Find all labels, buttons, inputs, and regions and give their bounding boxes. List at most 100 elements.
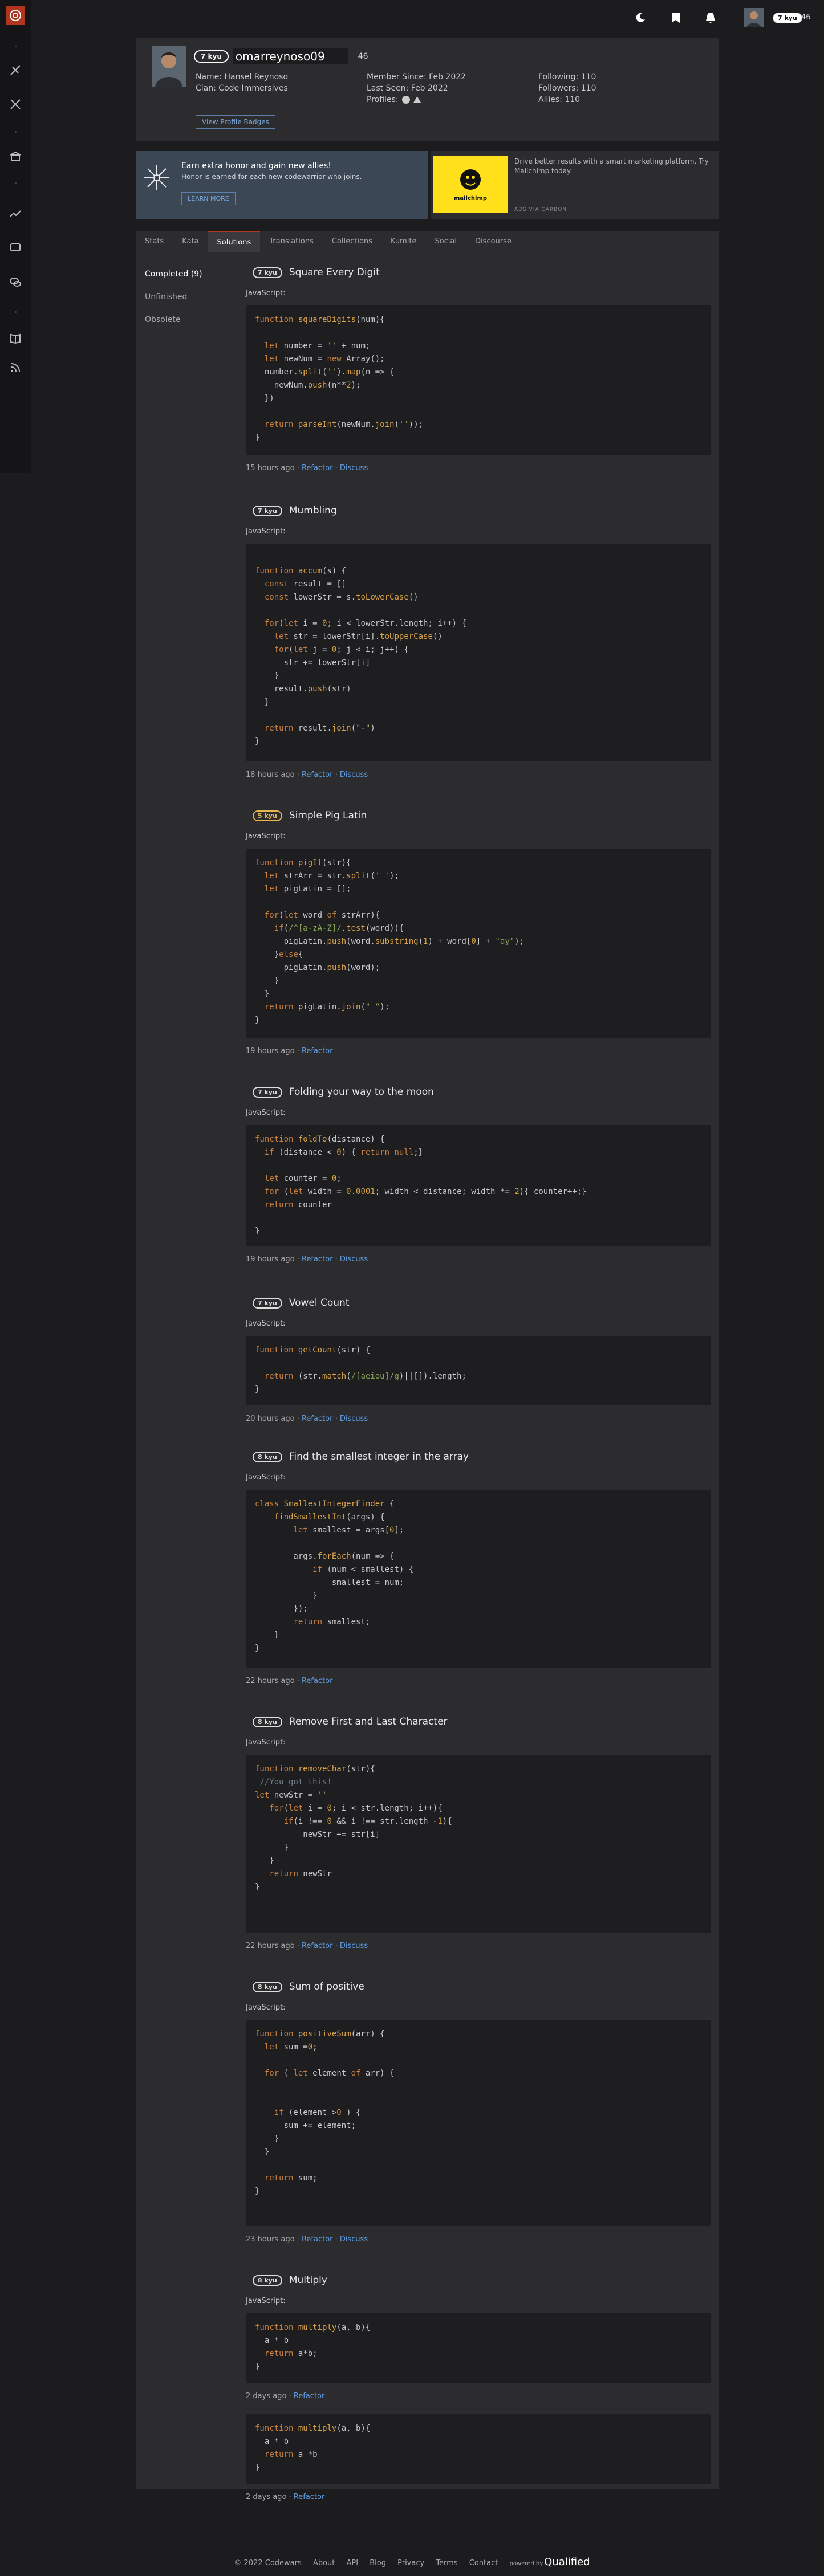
kata-title[interactable]: Folding your way to the moon	[289, 1086, 434, 1098]
codewars-logo-icon[interactable]	[6, 6, 25, 25]
kata-title[interactable]: Vowel Count	[289, 1297, 350, 1309]
mailchimp-logo[interactable]: mailchimp	[433, 156, 508, 213]
solution-footer: 2 days ago · Refactor	[246, 2493, 325, 2501]
kata-title[interactable]: Sum of positive	[289, 1981, 364, 1992]
tab-stats[interactable]: Stats	[136, 231, 173, 252]
refactor-link[interactable]: Refactor	[302, 2235, 333, 2244]
solution-footer: 18 hours ago · Refactor · Discuss	[246, 771, 368, 779]
kata-title[interactable]: Multiply	[289, 2275, 327, 2286]
kata-title[interactable]: Remove First and Last Character	[289, 1716, 448, 1727]
tab-discourse[interactable]: Discourse	[466, 231, 521, 252]
solutions-panel: Completed (9) Unfinished Obsolete 7 kyu S…	[136, 252, 719, 2501]
solution-footer: 2 days ago · Refactor	[246, 2392, 325, 2400]
footer-link-terms[interactable]: Terms	[436, 2559, 457, 2567]
followers-field: Followers: 110	[538, 84, 596, 93]
refactor-link[interactable]: Refactor	[302, 1415, 333, 1423]
solution-footer: 23 hours ago · Refactor · Discuss	[246, 2235, 368, 2244]
copyright: © 2022 Codewars	[234, 2559, 302, 2567]
leaderboard-icon[interactable]	[8, 206, 23, 221]
user-avatar	[152, 46, 186, 87]
language-label: JavaScript:	[246, 2297, 286, 2305]
kata-solution: 7 kyu Vowel Count JavaScript: function ge…	[246, 1295, 711, 1423]
ad-via[interactable]: ADS VIA CARBON	[514, 207, 567, 213]
refactor-link[interactable]: Refactor	[294, 2493, 325, 2501]
discuss-link[interactable]: Discuss	[340, 2235, 368, 2244]
discuss-link[interactable]: Discuss	[340, 1415, 368, 1423]
name-field: Name: Hansel Reynoso	[196, 72, 289, 81]
kata-title[interactable]: Square Every Digit	[289, 267, 380, 278]
chat-icon[interactable]	[8, 241, 23, 255]
notifications-bell-icon[interactable]	[703, 10, 718, 25]
tab-kumite[interactable]: Kumite	[381, 231, 426, 252]
kyu-badge: 7 kyu	[253, 1297, 282, 1309]
discuss-icon[interactable]	[8, 275, 23, 290]
kata-solution: 8 kyu Sum of positive JavaScript: functio…	[246, 1979, 711, 2244]
kata-solution: 7 kyu Square Every Digit JavaScript: func…	[246, 265, 711, 472]
dark-mode-icon[interactable]	[633, 10, 648, 25]
view-profile-badges-button[interactable]: View Profile Badges	[196, 115, 275, 129]
refactor-link[interactable]: Refactor	[294, 2392, 325, 2400]
kata-title[interactable]: Mumbling	[289, 505, 337, 516]
tab-social[interactable]: Social	[425, 231, 466, 252]
footer-link-privacy[interactable]: Privacy	[397, 2559, 424, 2567]
code-block: function squareDigits(num){ let number =…	[246, 305, 711, 455]
top-bar: 7 kyu 46	[31, 0, 824, 35]
refactor-link[interactable]: Refactor	[302, 464, 333, 472]
bookmark-icon[interactable]	[668, 10, 683, 25]
subnav-unfinished[interactable]: Unfinished	[145, 292, 187, 301]
subnav-obsolete[interactable]: Obsolete	[145, 315, 180, 324]
discuss-link[interactable]: Discuss	[340, 1942, 368, 1950]
kata-solution: 8 kyu Find the smallest integer in the ar…	[246, 1449, 711, 1685]
refactor-link[interactable]: Refactor	[302, 1677, 333, 1685]
kyu-badge: 5 kyu	[253, 810, 282, 821]
subnav-completed[interactable]: Completed (9)	[145, 270, 202, 279]
kata-header: 5 kyu Simple Pig Latin	[246, 808, 711, 823]
discuss-link[interactable]: Discuss	[340, 771, 368, 779]
rss-icon[interactable]	[8, 360, 23, 375]
kata-header: 7 kyu Mumbling	[246, 503, 711, 518]
divider-dot	[15, 131, 17, 133]
refactor-link[interactable]: Refactor	[302, 1255, 333, 1263]
kata-header: 8 kyu Find the smallest integer in the ar…	[246, 1449, 711, 1464]
tab-kata[interactable]: Kata	[173, 231, 208, 252]
tab-collections[interactable]: Collections	[323, 231, 381, 252]
kata-title[interactable]: Find the smallest integer in the array	[289, 1451, 469, 1462]
kata-title[interactable]: Simple Pig Latin	[289, 810, 367, 821]
github-icon[interactable]	[401, 96, 410, 104]
refactor-link[interactable]: Refactor	[302, 1942, 333, 1950]
linkedin-icon[interactable]	[413, 96, 421, 103]
kata-header: 7 kyu Square Every Digit	[246, 265, 711, 280]
kumite-icon[interactable]	[8, 97, 23, 112]
kata-header: 7 kyu Vowel Count	[246, 1295, 711, 1310]
footer-link-about[interactable]: About	[313, 2559, 335, 2567]
qualified-logo[interactable]: Qualified	[544, 2556, 590, 2568]
code-block: function getCount(str) { return (str.mat…	[246, 1336, 711, 1405]
language-label: JavaScript:	[246, 1473, 286, 1482]
ad-text[interactable]: Drive better results with a smart market…	[514, 157, 711, 176]
discuss-link[interactable]: Discuss	[340, 1255, 368, 1263]
learn-more-button[interactable]: LEARN MORE	[181, 192, 236, 205]
practice-icon[interactable]	[8, 63, 23, 78]
language-label: JavaScript:	[246, 527, 286, 536]
solutions-subnav: Completed (9) Unfinished Obsolete	[136, 252, 237, 2489]
tab-translations[interactable]: Translations	[260, 231, 323, 252]
kyu-badge: 8 kyu	[253, 2275, 282, 2286]
refactor-link[interactable]: Refactor	[302, 771, 333, 779]
honor-score: 46	[358, 52, 368, 61]
tab-solutions[interactable]: Solutions	[208, 231, 261, 252]
bank-icon[interactable]	[8, 149, 23, 164]
footer-link-blog[interactable]: Blog	[370, 2559, 386, 2567]
footer-link-api[interactable]: API	[347, 2559, 359, 2567]
divider-dot	[15, 46, 17, 47]
code-block: function foldTo(distance) { if (distance…	[246, 1125, 711, 1246]
mailchimp-brand: mailchimp	[453, 195, 488, 202]
footer-link-contact[interactable]: Contact	[469, 2559, 498, 2567]
refactor-link[interactable]: Refactor	[302, 1047, 333, 1055]
book-icon[interactable]	[8, 331, 23, 345]
divider-dot	[15, 182, 17, 184]
promo-title: Earn extra honor and gain new allies!	[181, 161, 331, 170]
profiles-field: Profiles:	[367, 95, 421, 104]
carbon-ad: mailchimp Drive better results with a sm…	[431, 151, 719, 219]
user-avatar-small[interactable]	[744, 8, 764, 27]
discuss-link[interactable]: Discuss	[340, 464, 368, 472]
